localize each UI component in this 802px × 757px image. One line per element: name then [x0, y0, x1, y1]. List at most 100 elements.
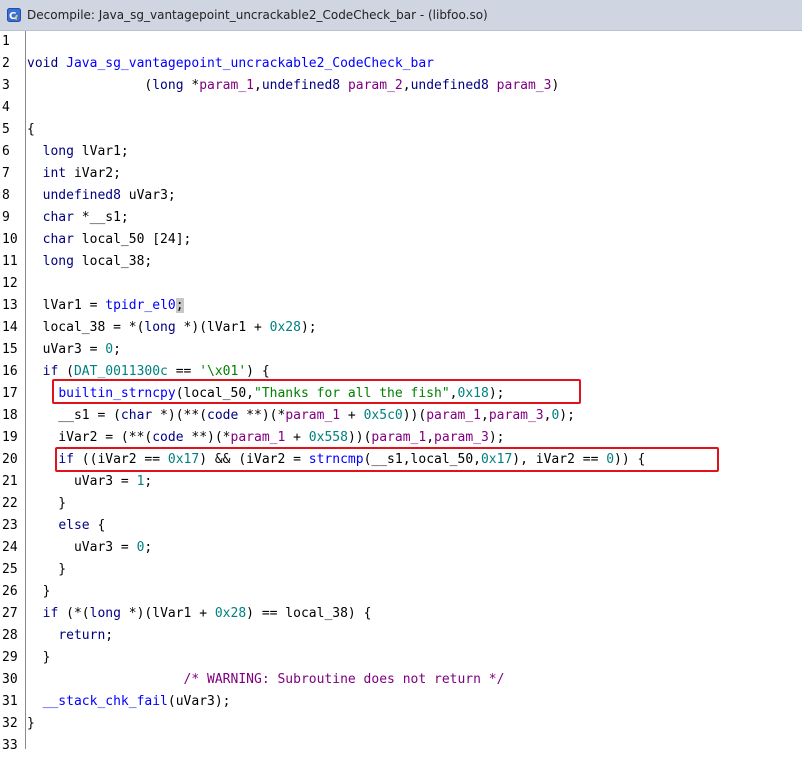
code-token: , [481, 408, 489, 423]
code-line[interactable]: } [27, 713, 35, 735]
code-token[interactable]: tpidr_el0 [105, 298, 175, 313]
code-token: 0x28 [214, 606, 247, 621]
code-token: 0x18 [457, 386, 489, 401]
code-token: 0 [105, 342, 114, 357]
code-token: 0x17 [480, 452, 513, 467]
code-token: *__s1; [73, 210, 129, 225]
code-token[interactable]: Java_sg_vantagepoint_uncrackable2_CodeCh… [66, 56, 434, 71]
line-number: 3 [2, 78, 10, 93]
code-line[interactable]: return; [27, 625, 113, 647]
code-line[interactable]: iVar2 = (**(code **)(*param_1 + 0x558))(… [27, 427, 505, 449]
code-line[interactable]: void Java_sg_vantagepoint_uncrackable2_C… [27, 53, 434, 75]
code-token: iVar2 = (**( [27, 430, 153, 445]
code-token: )) { [614, 452, 646, 467]
code-token[interactable]: __stack_chk_fail [43, 694, 168, 709]
line-number: 27 [2, 606, 18, 621]
code-token: undefined8 [42, 188, 121, 203]
line-number: 31 [2, 694, 18, 709]
line-number: 13 [2, 298, 18, 313]
code-line[interactable]: __s1 = (char *)(**(code **)(*param_1 + 0… [27, 405, 575, 427]
code-token: param_1 [199, 78, 254, 93]
code-line[interactable]: if (DAT_0011300c == '\x01') { [27, 361, 270, 383]
line-number: 33 [2, 738, 18, 753]
code-line[interactable]: local_38 = *(long *)(lVar1 + 0x28); [27, 317, 317, 339]
code-token: **)(* [183, 430, 231, 445]
line-number: 12 [2, 276, 18, 291]
code-line[interactable]: else { [27, 515, 105, 537]
code-token: long [42, 254, 74, 269]
line-number: 16 [2, 364, 18, 379]
code-token: char [42, 232, 74, 247]
code-token: if [58, 452, 74, 467]
decompiler-window: C f Decompile: Java_sg_vantagepoint_uncr… [0, 0, 802, 753]
code-line[interactable]: builtin_strncpy(local_50,"Thanks for all… [27, 383, 504, 405]
line-number: 22 [2, 496, 18, 511]
line-number: 15 [2, 342, 18, 357]
line-number: 1 [2, 34, 10, 49]
code-line[interactable]: /* WARNING: Subroutine does not return *… [27, 669, 505, 691]
code-line[interactable]: lVar1 = tpidr_el0; [27, 295, 184, 317]
code-token: param_2 [347, 78, 403, 93]
code-line[interactable]: uVar3 = 0; [27, 537, 152, 559]
code-token[interactable]: strncmp [309, 452, 364, 467]
code-line[interactable]: __stack_chk_fail(uVar3); [27, 691, 231, 713]
code-line[interactable]: } [27, 493, 66, 515]
code-token: { [89, 518, 106, 533]
code-line[interactable]: char *__s1; [27, 207, 129, 229]
code-token: ); [488, 430, 505, 445]
code-token: if [42, 364, 59, 379]
code-line[interactable]: if (*(long *)(lVar1 + 0x28) == local_38)… [27, 603, 372, 625]
code-token: } [27, 650, 51, 665]
code-line[interactable]: { [27, 119, 35, 141]
code-token: param_3 [496, 78, 552, 93]
code-token: long [42, 144, 74, 159]
code-line[interactable]: } [27, 647, 51, 669]
line-number: 10 [2, 232, 18, 247]
code-token: char [120, 408, 153, 423]
code-token: , [449, 386, 458, 401]
code-line[interactable]: long local_38; [27, 251, 153, 273]
code-token: param_3 [434, 430, 489, 445]
code-line[interactable]: long lVar1; [27, 141, 129, 163]
code-line[interactable]: if ((iVar2 == 0x17) && (iVar2 = strncmp(… [27, 449, 645, 471]
code-token: (__s1,local_50, [363, 452, 481, 467]
window-titlebar[interactable]: C f Decompile: Java_sg_vantagepoint_uncr… [0, 0, 802, 31]
code-token: ))( [402, 408, 427, 423]
code-token[interactable]: DAT_0011300c [74, 364, 168, 379]
code-line[interactable]: uVar3 = 1; [27, 471, 152, 493]
code-editor[interactable]: 1 2 void Java_sg_vantagepoint_uncrackable2… [0, 31, 802, 753]
line-number: 19 [2, 430, 18, 445]
code-token: *)(lVar1 + [175, 320, 270, 335]
code-token: 0x17 [167, 452, 200, 467]
code-token: if [42, 606, 59, 621]
code-token: , [402, 78, 411, 93]
code-token: ; [175, 298, 184, 313]
line-number: 18 [2, 408, 18, 423]
code-line[interactable]: } [27, 581, 51, 603]
code-line[interactable]: uVar3 = 0; [27, 339, 121, 361]
code-token: ))( [347, 430, 372, 445]
code-line[interactable]: int iVar2; [27, 163, 121, 185]
code-token: undefined8 [410, 78, 489, 93]
code-line[interactable]: undefined8 uVar3; [27, 185, 176, 207]
code-line[interactable]: (long *param_1,undefined8 param_2,undefi… [27, 75, 559, 97]
line-number: 29 [2, 650, 18, 665]
code-token: 0 [606, 452, 615, 467]
code-token[interactable]: builtin_strncpy [58, 386, 175, 401]
code-token: ); [488, 386, 505, 401]
code-token: 0x28 [269, 320, 301, 335]
code-line[interactable]: char local_50 [24]; [27, 229, 192, 251]
line-number: 28 [2, 628, 18, 643]
code-token: local_50 [24]; [73, 232, 192, 247]
code-token: ) == local_38) { [246, 606, 372, 621]
code-line[interactable]: } [27, 559, 66, 581]
code-token: param_3 [488, 408, 544, 423]
